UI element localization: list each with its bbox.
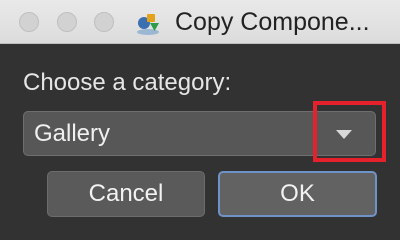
ok-button[interactable]: OK — [218, 171, 377, 217]
minimize-window-button[interactable] — [57, 12, 77, 32]
title-bar: Copy Compone... — [0, 0, 400, 44]
annotation-highlight-box — [313, 101, 386, 162]
cancel-button[interactable]: Cancel — [47, 171, 205, 217]
dialog-body: Choose a category: Gallery Cancel OK — [0, 44, 400, 240]
app-icon — [137, 14, 159, 35]
category-prompt-label: Choose a category: — [23, 69, 232, 96]
zoom-window-button[interactable] — [94, 12, 114, 32]
category-selected-value: Gallery — [34, 120, 111, 147]
close-window-button[interactable] — [19, 12, 39, 32]
window-title: Copy Compone... — [175, 8, 370, 36]
